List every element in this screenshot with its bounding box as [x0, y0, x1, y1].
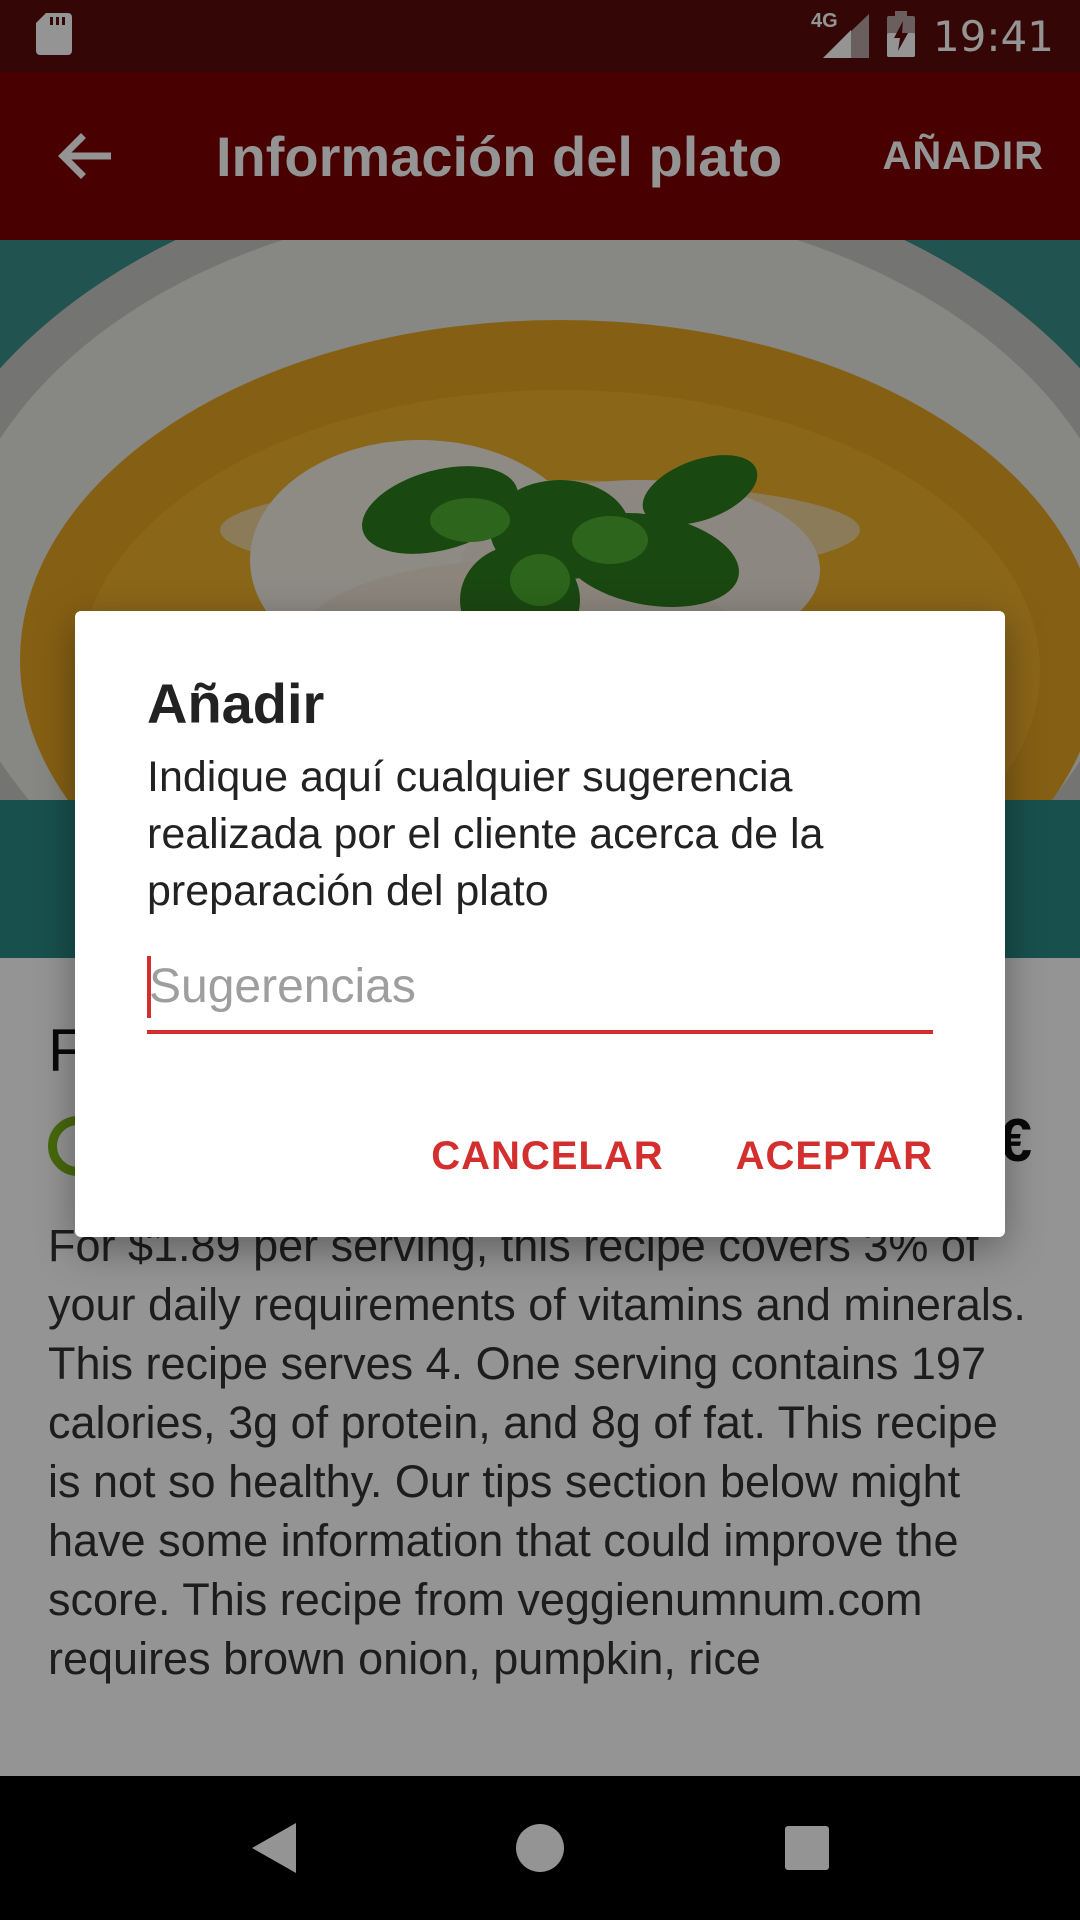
accept-button[interactable]: ACEPTAR — [736, 1134, 933, 1179]
suggestions-field — [147, 944, 933, 1034]
dialog-message: Indique aquí cualquier sugerencia realiz… — [147, 753, 824, 915]
add-suggestion-dialog: Añadir Indique aquí cualquier sugerencia… — [75, 611, 1005, 1237]
cancel-button[interactable]: CANCELAR — [431, 1134, 663, 1179]
dialog-actions: CANCELAR ACEPTAR — [431, 1134, 933, 1179]
suggestions-input[interactable] — [147, 944, 933, 1028]
screen: 4G 19:41 Información del plato AÑADIR F … — [0, 0, 1080, 1920]
text-cursor — [147, 956, 151, 1018]
dialog-title: Añadir — [147, 672, 325, 735]
